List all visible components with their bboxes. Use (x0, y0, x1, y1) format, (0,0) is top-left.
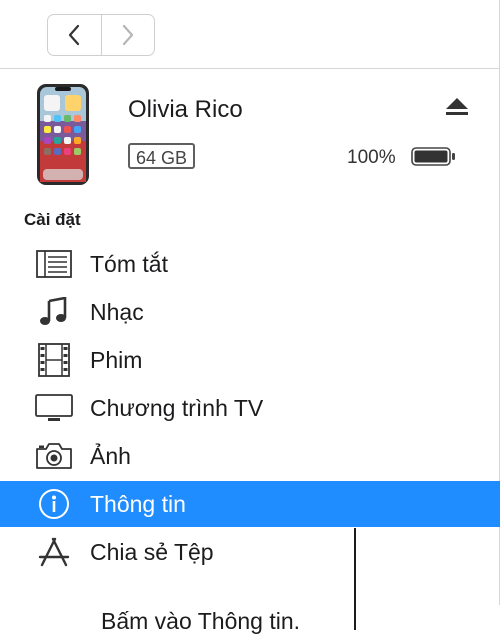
device-name: Olivia Rico (128, 96, 243, 123)
sidebar-item-movies[interactable]: Phim (0, 337, 500, 383)
toolbar-divider (0, 68, 500, 69)
sidebar-item-label: Chia sẻ Tệp (90, 539, 214, 565)
music-note-icon (34, 297, 74, 327)
sidebar-item-tv-shows[interactable]: Chương trình TV (0, 385, 500, 431)
summary-list-icon (34, 249, 74, 279)
film-strip-icon (34, 343, 74, 377)
eject-button[interactable] (445, 97, 469, 122)
sidebar-item-photos[interactable]: Ảnh (0, 433, 500, 479)
sidebar-item-music[interactable]: Nhạc (0, 289, 500, 335)
sidebar-item-label: Phim (90, 347, 143, 373)
iphone-device-image (36, 83, 90, 186)
callout-line (354, 528, 356, 630)
chevron-right-icon (122, 24, 133, 46)
back-button[interactable] (48, 15, 101, 55)
info-icon (34, 489, 74, 519)
sidebar-item-info[interactable]: Thông tin (0, 481, 500, 527)
battery-fill (414, 150, 448, 163)
sidebar-item-label: Tóm tắt (90, 251, 168, 277)
battery-percentage: 100% (347, 147, 396, 168)
settings-section-title: Cài đặt (24, 210, 81, 229)
forward-button[interactable] (100, 15, 155, 55)
eject-icon (446, 98, 468, 115)
tv-icon (34, 393, 74, 423)
sidebar-item-label: Thông tin (90, 491, 186, 517)
sidebar-item-summary[interactable]: Tóm tắt (0, 241, 500, 287)
sidebar-item-label: Ảnh (90, 443, 131, 469)
sidebar-item-label: Chương trình TV (90, 395, 264, 421)
sidebar-item-file-sharing[interactable]: Chia sẻ Tệp (0, 529, 500, 575)
toolbar (0, 0, 500, 68)
app-store-icon (34, 537, 74, 567)
callout-caption: Bấm vào Thông tin. (101, 608, 301, 634)
capacity-badge: 64 GB (128, 143, 196, 169)
chevron-left-icon (69, 24, 80, 46)
navigation-buttons (47, 14, 155, 56)
sidebar-item-label: Nhạc (90, 299, 144, 325)
battery-icon (411, 147, 457, 172)
camera-icon (34, 441, 74, 471)
